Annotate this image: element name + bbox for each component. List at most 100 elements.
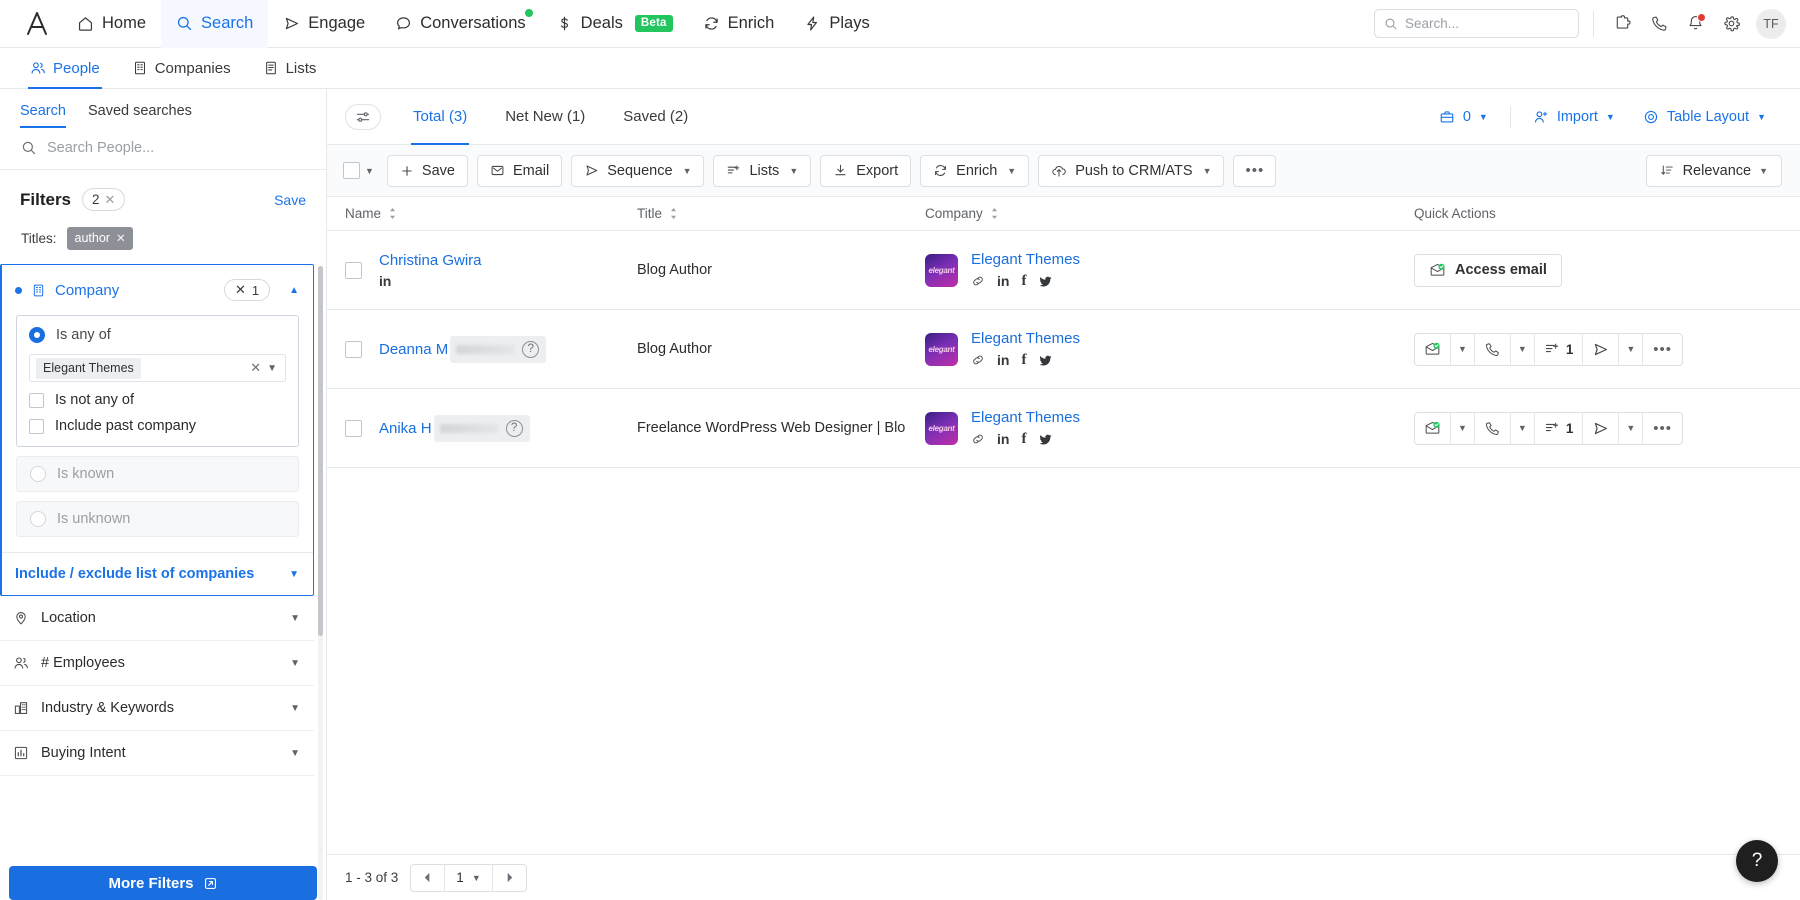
chevron-down-icon[interactable]: ▼ <box>1619 412 1643 445</box>
add-to-list-button[interactable]: 1 <box>1535 333 1584 366</box>
twitter-icon[interactable] <box>1038 432 1053 447</box>
sort-relevance-button[interactable]: Relevance ▼ <box>1646 155 1782 187</box>
facebook-icon[interactable]: f <box>1021 273 1026 290</box>
sequence-button[interactable]: Sequence ▼ <box>571 155 704 187</box>
linkedin-icon[interactable]: in <box>379 273 482 289</box>
checkbox-include-past-company[interactable]: Include past company <box>29 418 286 434</box>
sidebar-tab-search[interactable]: Search <box>20 103 66 128</box>
email-button[interactable]: Email <box>477 155 562 187</box>
more-actions-button[interactable]: ••• <box>1233 155 1276 187</box>
linkedin-icon[interactable]: in <box>997 352 1009 368</box>
twitter-icon[interactable] <box>1038 353 1053 368</box>
table-row[interactable]: Anika H ? Freelance WordPress Web Design… <box>327 389 1800 468</box>
sidebar-filter-location[interactable]: Location ▼ <box>0 596 314 641</box>
option-is-known[interactable]: Is known <box>16 456 299 492</box>
chevron-down-icon[interactable]: ▼ <box>267 363 277 374</box>
import-button[interactable]: Import ▼ <box>1519 100 1629 134</box>
company-filter-clear-pill[interactable]: ✕ 1 <box>224 279 270 301</box>
sidebar-filter-buying-intent[interactable]: Buying Intent ▼ <box>0 731 314 776</box>
link-icon[interactable] <box>971 432 985 446</box>
export-button[interactable]: Export <box>820 155 911 187</box>
column-header-company[interactable]: Company <box>913 206 1396 221</box>
table-row[interactable]: Deanna M ? Blog Author <box>327 310 1800 389</box>
sequence-icon-button[interactable] <box>1583 412 1619 445</box>
column-header-name[interactable]: Name <box>327 206 625 221</box>
tab-companies[interactable]: Companies <box>118 48 245 89</box>
phone-icon[interactable] <box>1644 9 1674 39</box>
phone-icon-button[interactable] <box>1475 412 1511 445</box>
chevron-down-icon[interactable]: ▼ <box>1619 333 1643 366</box>
search-people-input[interactable]: Search People... <box>0 128 326 170</box>
chevron-down-icon[interactable]: ▼ <box>365 166 374 176</box>
push-to-crm-button[interactable]: Push to CRM/ATS ▼ <box>1038 155 1224 187</box>
close-icon[interactable]: ✕ <box>105 192 116 208</box>
sidebar-scrollbar-thumb[interactable] <box>318 266 323 636</box>
result-tab-net-new[interactable]: Net New (1) <box>489 89 601 145</box>
chevron-down-icon[interactable]: ▼ <box>290 613 300 624</box>
avatar[interactable]: TF <box>1756 9 1786 39</box>
row-checkbox[interactable] <box>345 420 362 437</box>
chevron-down-icon[interactable]: ▼ <box>1451 333 1475 366</box>
bell-icon[interactable] <box>1680 9 1710 39</box>
chevron-down-icon[interactable]: ▼ <box>290 703 300 714</box>
checkbox-icon[interactable] <box>343 162 360 179</box>
nav-item-home[interactable]: Home <box>62 0 161 48</box>
sort-icon[interactable] <box>990 207 999 220</box>
chevron-down-icon[interactable]: ▼ <box>290 748 300 759</box>
chevron-down-icon[interactable]: ▼ <box>1203 166 1212 176</box>
email-verified-icon-button[interactable] <box>1415 412 1451 445</box>
nav-item-conversations[interactable]: Conversations <box>380 0 540 48</box>
chevron-down-icon[interactable]: ▼ <box>290 658 300 669</box>
filter-toggle-button[interactable] <box>345 104 381 130</box>
company-value-select[interactable]: Elegant Themes ✕ ▼ <box>29 354 286 382</box>
previous-page-button[interactable] <box>411 864 445 892</box>
global-search-input[interactable]: Search... <box>1374 9 1579 38</box>
company-name-link[interactable]: Elegant Themes <box>971 409 1080 426</box>
link-icon[interactable] <box>971 353 985 367</box>
phone-icon-button[interactable] <box>1475 333 1511 366</box>
sidebar-tab-saved-searches[interactable]: Saved searches <box>88 103 192 128</box>
option-is-unknown[interactable]: Is unknown <box>16 501 299 537</box>
radio-is-any-of[interactable]: Is any of <box>29 327 286 343</box>
row-checkbox[interactable] <box>345 341 362 358</box>
nav-item-enrich[interactable]: Enrich <box>688 0 790 48</box>
include-exclude-list-toggle[interactable]: Include / exclude list of companies ▼ <box>2 552 313 595</box>
twitter-icon[interactable] <box>1038 274 1053 289</box>
sort-icon[interactable] <box>388 207 397 220</box>
sequence-icon-button[interactable] <box>1583 333 1619 366</box>
facebook-icon[interactable]: f <box>1021 352 1026 369</box>
person-name-link[interactable]: Deanna M <box>379 341 448 358</box>
page-select[interactable]: 1 ▼ <box>445 864 492 892</box>
save-button[interactable]: Save <box>387 155 468 187</box>
chevron-down-icon[interactable]: ▼ <box>1007 166 1016 176</box>
save-filters-button[interactable]: Save <box>274 192 306 208</box>
chevron-down-icon[interactable]: ▼ <box>789 166 798 176</box>
company-filter-header[interactable]: Company ✕ 1 ▲ <box>2 265 313 315</box>
close-icon[interactable]: ✕ <box>116 231 126 245</box>
linkedin-icon[interactable]: in <box>997 431 1009 447</box>
more-filters-button[interactable]: More Filters <box>9 866 317 900</box>
person-name-link[interactable]: Christina Gwira <box>379 252 482 269</box>
nav-item-deals[interactable]: Deals Beta <box>541 0 688 48</box>
chevron-down-icon[interactable]: ▼ <box>683 166 692 176</box>
chevron-down-icon[interactable]: ▼ <box>472 873 481 883</box>
person-name-link[interactable]: Anika H <box>379 420 432 437</box>
chevron-down-icon[interactable]: ▼ <box>1451 412 1475 445</box>
filters-count-badge[interactable]: 2 ✕ <box>82 188 125 211</box>
linkedin-icon[interactable]: in <box>997 273 1009 289</box>
title-chip-author[interactable]: author ✕ <box>67 227 133 250</box>
row-checkbox[interactable] <box>345 262 362 279</box>
table-layout-button[interactable]: Table Layout ▼ <box>1629 100 1780 134</box>
apollo-logo-icon[interactable] <box>18 12 56 36</box>
chevron-down-icon[interactable]: ▼ <box>1511 412 1535 445</box>
nav-item-engage[interactable]: Engage <box>268 0 380 48</box>
puzzle-icon[interactable] <box>1608 9 1638 39</box>
company-name-link[interactable]: Elegant Themes <box>971 330 1080 347</box>
help-icon[interactable]: ? <box>522 341 539 358</box>
lists-button[interactable]: Lists ▼ <box>713 155 811 187</box>
sidebar-filter-industry-keywords[interactable]: Industry & Keywords ▼ <box>0 686 314 731</box>
sidebar-filter-employees[interactable]: # Employees ▼ <box>0 641 314 686</box>
company-name-link[interactable]: Elegant Themes <box>971 251 1080 268</box>
help-button[interactable]: ? <box>1736 840 1778 882</box>
next-page-button[interactable] <box>493 864 526 892</box>
